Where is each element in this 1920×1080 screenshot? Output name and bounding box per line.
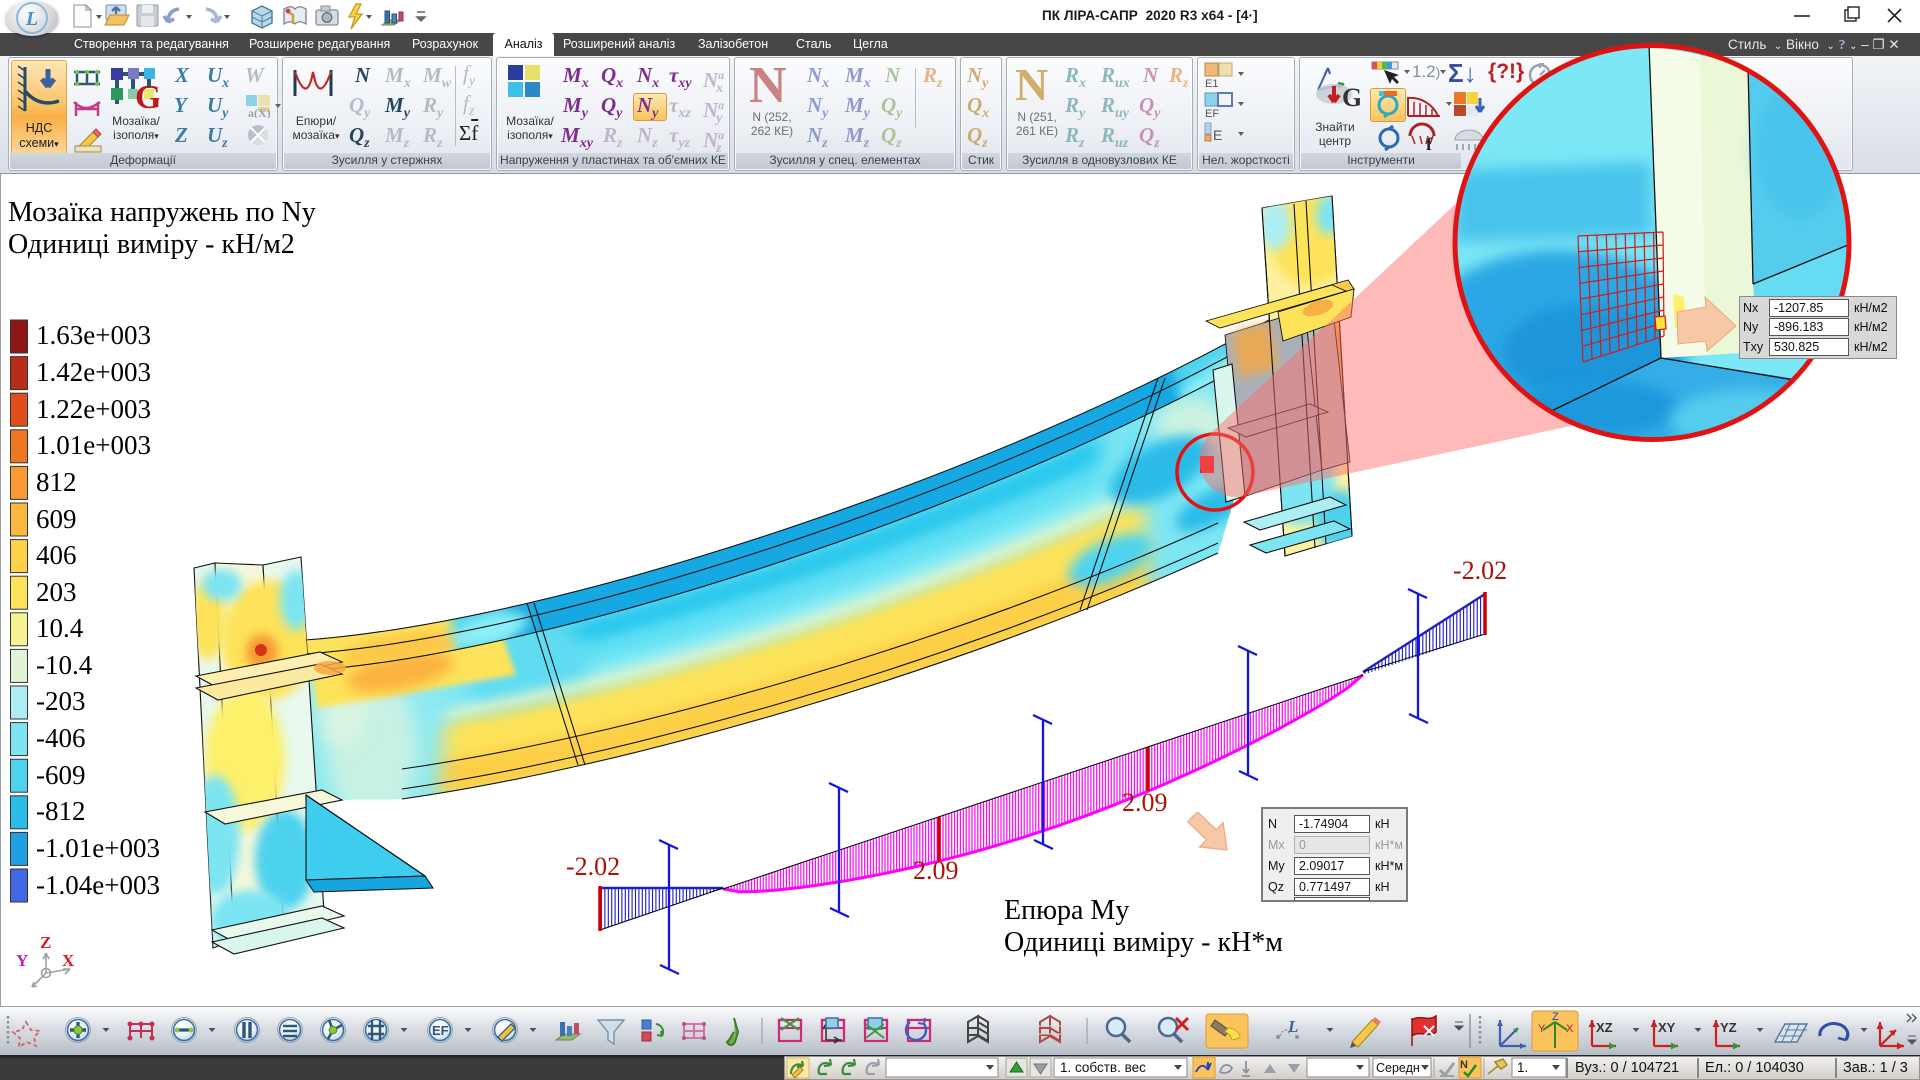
svg-text:Z: Z [1552, 1011, 1559, 1023]
svg-text:YZ: YZ [1720, 1020, 1737, 1035]
svg-text:L: L [1287, 1017, 1298, 1036]
svg-text:1. собств. вес: 1. собств. вес [1060, 1060, 1146, 1075]
svg-text:Середн: Середн [1376, 1061, 1420, 1075]
svg-text:Y: Y [1538, 1023, 1546, 1035]
svg-text:1.: 1. [1517, 1060, 1528, 1075]
svg-text:N: N [1460, 1059, 1468, 1071]
svg-text:X: X [1566, 1023, 1574, 1035]
svg-text:EF: EF [432, 1023, 449, 1038]
svg-text:XZ: XZ [1596, 1020, 1613, 1035]
svg-text:XY: XY [1658, 1020, 1676, 1035]
